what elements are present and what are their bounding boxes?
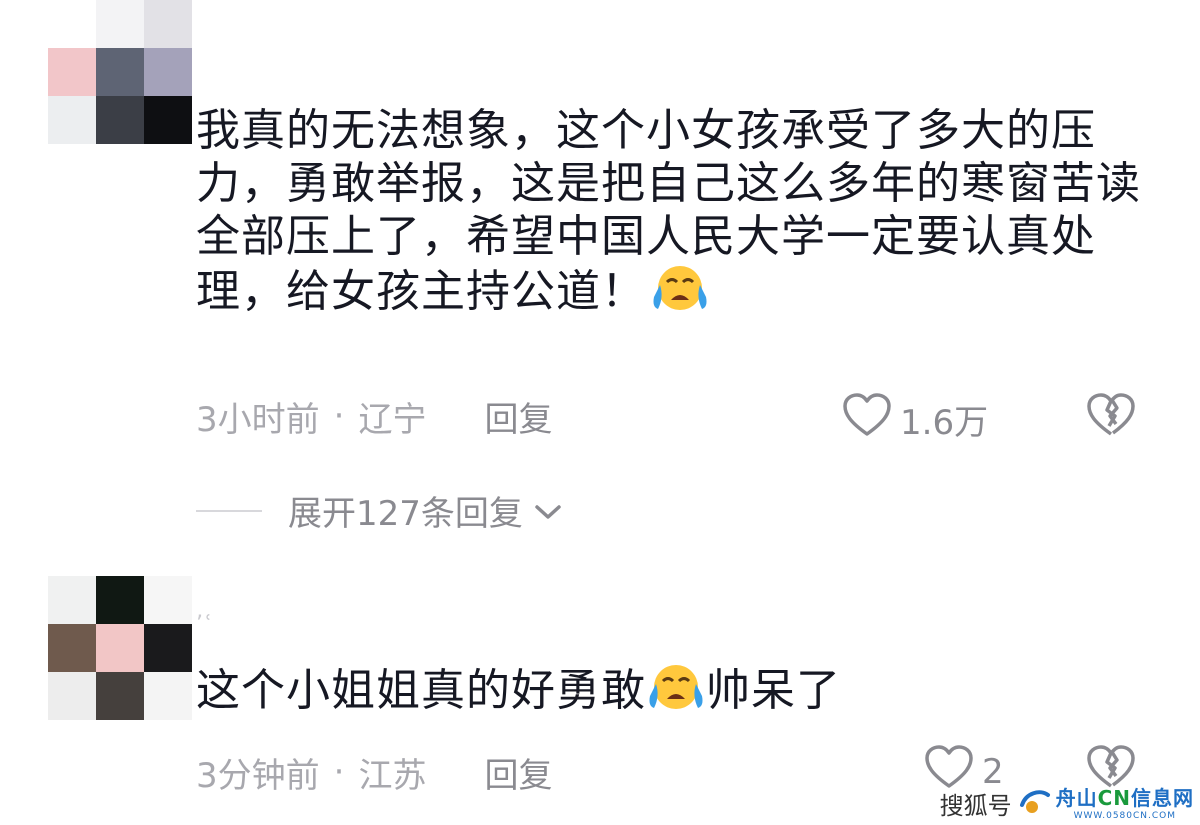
comment-text: 这个小姐姐真的好勇敢 帅呆了 <box>196 662 1156 724</box>
meta-separator: · <box>333 752 345 792</box>
crying-face-icon <box>646 662 706 724</box>
broken-heart-icon <box>1086 393 1136 442</box>
dislike-button[interactable] <box>1086 392 1136 442</box>
like-button[interactable]: 1.6万 <box>842 392 988 447</box>
comment-item: 我真的无法想象，这个小女孩承受了多大的压力，勇敢举报，这是把自己这么多年的寒窗苦… <box>0 0 1200 560</box>
site-url: WWW.0580CN.COM <box>1073 811 1177 821</box>
meta-separator: · <box>333 396 345 436</box>
divider-line <box>196 509 262 512</box>
comment-text: 我真的无法想象，这个小女孩承受了多大的压力，勇敢举报，这是把自己这么多年的寒窗苦… <box>196 104 1156 325</box>
comment-meta: 3小时前 · 辽宁 回复 <box>196 396 552 440</box>
comment-location: 江苏 <box>358 755 427 796</box>
comment-text-part2: 帅呆了 <box>706 665 841 716</box>
like-count: 1.6万 <box>900 403 989 443</box>
site-name-part1: 舟山 <box>1055 786 1098 810</box>
site-name: 舟山CN信息网 <box>1056 782 1194 811</box>
expand-replies-button[interactable]: 展开127条回复 <box>196 486 563 535</box>
heart-icon <box>842 392 892 447</box>
expand-replies-label: 展开127条回复 <box>288 494 523 534</box>
user-name[interactable]: ’ ʿ <box>196 612 212 637</box>
reply-button[interactable]: 回复 <box>484 392 552 441</box>
chevron-down-icon <box>533 491 563 531</box>
site-name-cn: CN <box>1097 786 1131 810</box>
avatar[interactable] <box>48 576 192 720</box>
site-watermark: 舟山CN信息网 WWW.0580CN.COM <box>1056 782 1194 821</box>
comment-text-part1: 这个小姐姐真的好勇敢 <box>196 665 646 716</box>
comment-time: 3分钟前 <box>196 755 320 796</box>
crying-face-icon <box>650 263 710 325</box>
site-logo-icon <box>1018 787 1052 821</box>
avatar[interactable] <box>48 0 192 144</box>
sohu-watermark: 搜狐号 <box>939 792 1012 820</box>
reply-button[interactable]: 回复 <box>484 748 552 797</box>
site-name-part2: 信息网 <box>1131 786 1194 810</box>
comment-location: 辽宁 <box>358 399 427 440</box>
comment-meta: 3分钟前 · 江苏 回复 <box>196 752 552 796</box>
comment-time: 3小时前 <box>196 399 320 440</box>
watermark: 搜狐号 舟山CN信息网 WWW.0580CN.COM <box>940 782 1194 821</box>
